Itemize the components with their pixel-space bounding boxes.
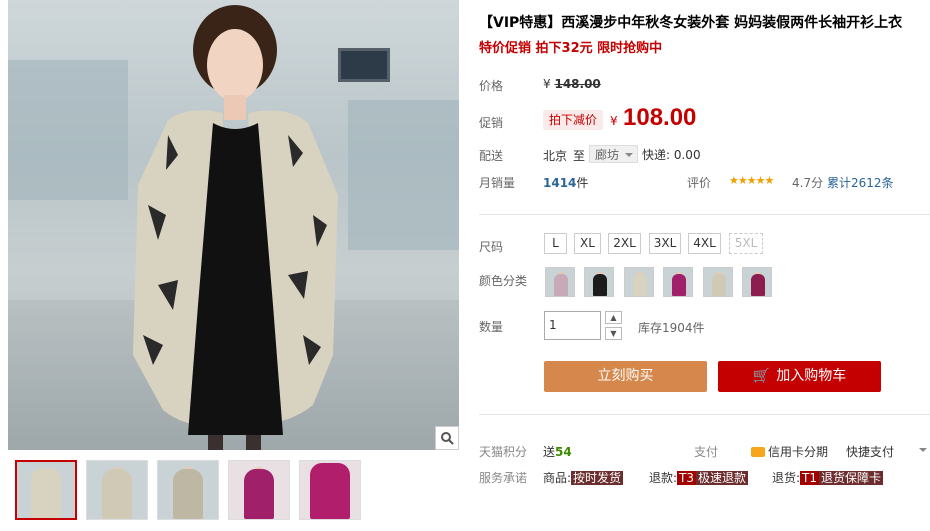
promo-price: 108.00 [623, 104, 697, 131]
divider [479, 214, 930, 215]
service-2-tag: 极速退款 [696, 471, 749, 485]
size-option-2xl[interactable]: 2XL [608, 233, 641, 254]
thumbnail-3[interactable] [157, 460, 219, 520]
original-price: ¥ 148.00 [543, 77, 601, 91]
background-window [8, 60, 128, 200]
background-window [348, 100, 459, 250]
rating-label: 评价 [687, 176, 712, 190]
destination-value: 廊坊 [595, 148, 620, 162]
service-3-prefix: 退货: [772, 471, 801, 485]
service-2-code: T3 [677, 471, 697, 485]
product-details: 【VIP特惠】西溪漫步中年秋冬女装外套 妈妈装假两件长袖开衫上衣 特价促销 拍下… [479, 0, 930, 531]
promo-currency: ¥ [610, 114, 618, 128]
size-option-3xl[interactable]: 3XL [649, 233, 681, 254]
zoom-button[interactable] [435, 426, 459, 450]
product-subtitle: 特价促销 拍下32元 限时抢购中 [479, 41, 663, 56]
promo-tag: 拍下减价 [543, 110, 604, 130]
main-product-image[interactable] [8, 0, 459, 450]
cart-icon: 🛒 [752, 368, 771, 384]
quick-pay-dropdown[interactable]: 快捷支付 [846, 443, 894, 460]
review-count-link[interactable]: 累计2612条 [827, 174, 894, 191]
price-label: 价格 [479, 79, 504, 93]
service-2-prefix: 退款: [649, 471, 678, 485]
stock-count: 库存1904件 [638, 321, 705, 335]
color-option-1[interactable] [545, 267, 575, 297]
arrow-down-icon: ▼ [610, 329, 617, 338]
thumbnail-1[interactable] [15, 460, 77, 520]
thumbnail-strip [15, 460, 361, 520]
magnifier-icon [441, 432, 454, 445]
add-to-cart-button[interactable]: 🛒 加入购物车 [718, 361, 881, 392]
size-option-5xl: 5XL [729, 233, 763, 254]
rating-stars-icon: ★★★★★ [729, 174, 774, 187]
model-figure [133, 5, 338, 450]
service-1-tag: 按时发货 [571, 471, 624, 485]
size-option-l[interactable]: L [544, 233, 567, 254]
size-label: 尺码 [479, 240, 504, 254]
monthly-sales-count: 1414 [543, 176, 577, 190]
size-option-4xl[interactable]: 4XL [688, 233, 721, 254]
rating-score: 4.7分 [792, 176, 824, 190]
color-option-3[interactable] [624, 267, 654, 297]
service-item-2: 退款: T3 极速退款 [649, 469, 749, 486]
color-option-2[interactable] [584, 267, 614, 297]
color-option-5[interactable] [703, 267, 733, 297]
service-item-3: 退货: T1 退货保障卡 [772, 469, 884, 486]
payment-label: 支付 [694, 445, 719, 459]
delivery-from: 北京 [543, 149, 568, 163]
service-1-prefix: 商品: [543, 471, 572, 485]
thumbnail-2[interactable] [86, 460, 148, 520]
thumbnail-5[interactable] [299, 460, 361, 520]
chevron-down-icon [919, 448, 927, 452]
service-item-1: 商品: 按时发货 [543, 469, 624, 486]
thumbnail-4[interactable] [228, 460, 290, 520]
quantity-input[interactable]: 1 [544, 311, 601, 340]
service-3-code: T1 [800, 471, 820, 485]
tmall-points: 送54 [543, 443, 572, 460]
promo-label: 促销 [479, 116, 504, 130]
delivery-to-text: 至 [573, 149, 586, 163]
quantity-label: 数量 [479, 320, 504, 334]
color-option-6[interactable] [742, 267, 772, 297]
buy-now-button[interactable]: 立刻购买 [544, 361, 707, 392]
add-to-cart-label: 加入购物车 [776, 368, 847, 384]
quantity-increase-button[interactable]: ▲ [605, 311, 622, 324]
points-value: 54 [555, 445, 572, 459]
divider [479, 414, 930, 415]
credit-installment-label: 信用卡分期 [768, 445, 829, 459]
tmall-points-label: 天猫积分 [479, 445, 528, 459]
monthly-sales: 1414件 [543, 174, 588, 191]
destination-select[interactable]: 廊坊 [589, 145, 639, 163]
arrow-up-icon: ▲ [610, 313, 617, 322]
credit-installment-link[interactable]: 信用卡分期 [751, 443, 828, 460]
service-label: 服务承诺 [479, 471, 528, 485]
credit-card-icon [751, 447, 765, 457]
chevron-down-icon [625, 153, 634, 157]
background-screen [338, 48, 390, 82]
product-title: 【VIP特惠】西溪漫步中年秋冬女装外套 妈妈装假两件长袖开衫上衣 [479, 15, 903, 31]
service-3-tag: 退货保障卡 [819, 471, 884, 485]
currency-symbol: ¥ [543, 77, 551, 91]
delivery-fee: 快递: 0.00 [642, 148, 701, 162]
delivery-label: 配送 [479, 149, 504, 163]
quantity-decrease-button[interactable]: ▼ [605, 327, 622, 340]
color-option-4[interactable] [663, 267, 693, 297]
original-price-value: 148.00 [554, 77, 601, 91]
points-prefix: 送 [543, 445, 556, 459]
size-option-xl[interactable]: XL [574, 233, 601, 254]
color-label: 颜色分类 [479, 274, 528, 288]
monthly-sales-label: 月销量 [479, 176, 516, 190]
monthly-sales-unit: 件 [576, 176, 589, 190]
